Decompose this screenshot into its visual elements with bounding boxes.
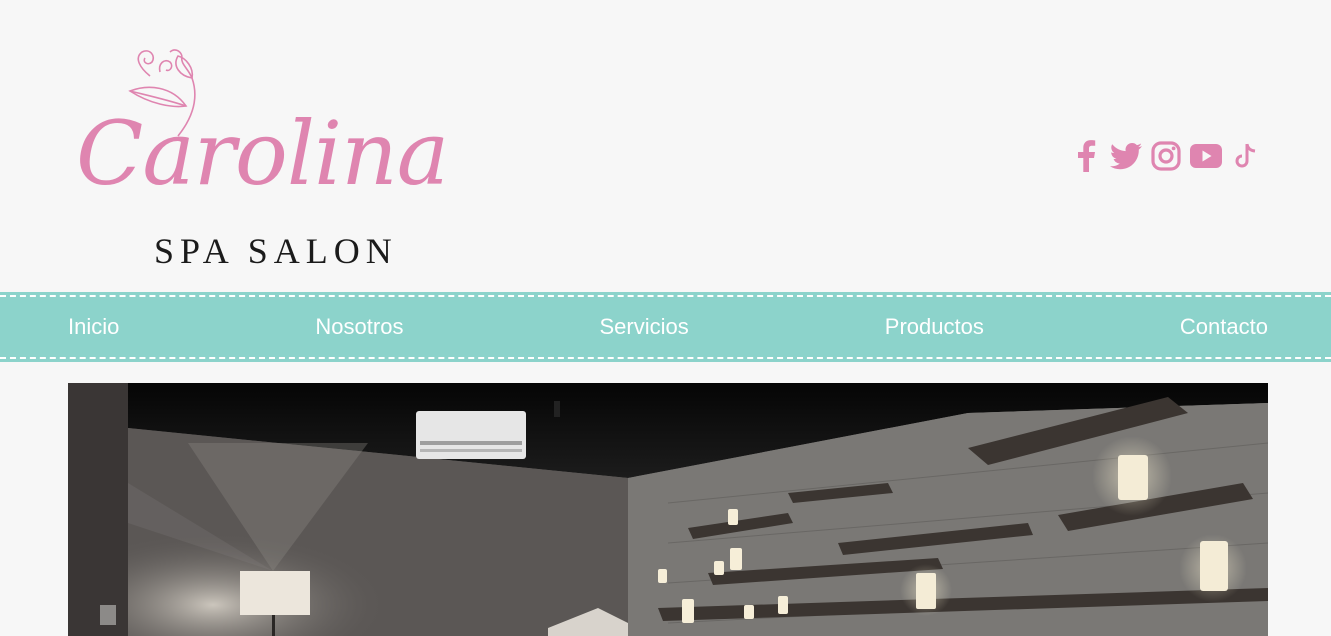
brand-subtitle: SPA SALON bbox=[154, 231, 398, 271]
facebook-icon bbox=[1078, 140, 1096, 172]
instagram-link[interactable] bbox=[1150, 139, 1182, 173]
facebook-link[interactable] bbox=[1070, 139, 1102, 173]
nav-item-productos: Productos bbox=[885, 314, 984, 340]
hero-image bbox=[68, 383, 1268, 636]
nav-link-productos[interactable]: Productos bbox=[885, 314, 984, 339]
nav-link-contacto[interactable]: Contacto bbox=[1180, 314, 1268, 339]
youtube-link[interactable] bbox=[1190, 139, 1222, 173]
youtube-icon bbox=[1190, 144, 1222, 168]
main-nav: Inicio Nosotros Servicios Productos Cont… bbox=[0, 292, 1331, 362]
nav-item-inicio: Inicio bbox=[68, 314, 119, 340]
nav-list: Inicio Nosotros Servicios Productos Cont… bbox=[68, 292, 1268, 362]
brand-script-name: Carolina bbox=[76, 102, 449, 205]
instagram-icon bbox=[1151, 141, 1181, 171]
nav-item-nosotros: Nosotros bbox=[315, 314, 403, 340]
logo-link[interactable]: Carolina SPA SALON bbox=[72, 40, 472, 275]
nav-link-servicios[interactable]: Servicios bbox=[600, 314, 689, 339]
nav-link-inicio[interactable]: Inicio bbox=[68, 314, 119, 339]
page: Carolina SPA SALON Inicio Nosotros Servi… bbox=[0, 0, 1331, 636]
nav-item-contacto: Contacto bbox=[1180, 314, 1268, 340]
nav-item-servicios: Servicios bbox=[600, 314, 689, 340]
nav-link-nosotros[interactable]: Nosotros bbox=[315, 314, 403, 339]
social-links bbox=[1070, 139, 1262, 173]
site-header: Carolina SPA SALON bbox=[0, 0, 1331, 292]
tiktok-link[interactable] bbox=[1230, 139, 1262, 173]
tiktok-icon bbox=[1235, 143, 1256, 168]
twitter-link[interactable] bbox=[1110, 139, 1142, 173]
twitter-icon bbox=[1110, 143, 1142, 170]
spa-room-illustration bbox=[68, 383, 1268, 636]
